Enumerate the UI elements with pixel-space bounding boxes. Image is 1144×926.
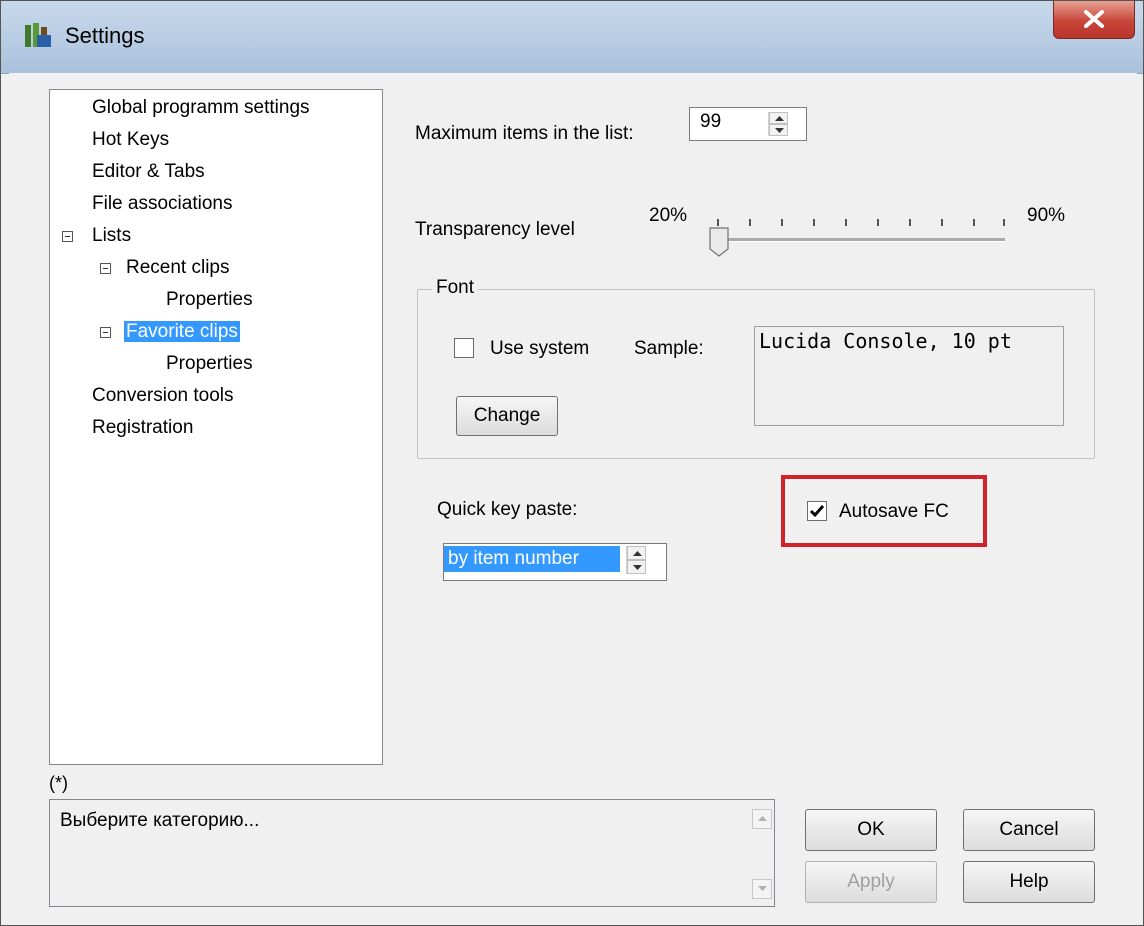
down-arrow-icon (758, 886, 767, 891)
tree-item-label: Editor & Tabs (92, 161, 205, 182)
change-font-button[interactable]: Change (456, 396, 558, 436)
slider-tick (973, 219, 975, 226)
window-title: Settings (65, 23, 145, 48)
transparency-min-label: 20% (649, 205, 688, 226)
max-items-spinner[interactable]: 99 (689, 107, 807, 141)
font-group: Font Use system Sample: Lucida Console, … (417, 277, 1095, 459)
slider-tick (749, 219, 751, 226)
transparency-max-label: 90% (1027, 205, 1066, 226)
tree-item-conversion-tools[interactable]: Conversion tools (92, 384, 234, 410)
tree-item-label: Recent clips (126, 257, 230, 278)
asterisk-note: (*) (49, 773, 68, 793)
apply-label: Apply (847, 871, 895, 892)
quick-key-down-button[interactable] (627, 560, 646, 574)
slider-track (717, 238, 1005, 242)
close-button[interactable] (1053, 1, 1135, 39)
tree-item-lists[interactable]: Lists (92, 224, 131, 250)
dialog-body: Global programm settings Hot Keys Editor… (9, 73, 1137, 919)
tree-item-label: Registration (92, 417, 194, 438)
tree-app-icon (23, 21, 53, 51)
tree-item-recent-clips[interactable]: Recent clips (126, 256, 230, 282)
tree-item-favorite-properties[interactable]: Properties (166, 352, 253, 378)
slider-tick (781, 219, 783, 226)
tree-item-hot-keys[interactable]: Hot Keys (92, 128, 169, 154)
tree-item-favorite-clips[interactable]: Favorite clips (124, 320, 240, 346)
use-system-checkbox[interactable] (454, 338, 474, 358)
font-sample-text: Lucida Console, 10 pt (759, 329, 1012, 353)
spin-up-button[interactable] (769, 112, 788, 124)
title-bar[interactable]: Settings (1, 1, 1143, 74)
quick-key-selected-option[interactable]: by item number (444, 546, 620, 572)
up-arrow-icon (775, 116, 784, 121)
checkmark-icon (809, 505, 825, 518)
down-arrow-icon (775, 128, 784, 133)
up-arrow-icon (758, 816, 767, 821)
transparency-slider[interactable] (709, 207, 1009, 267)
max-items-label: Maximum items in the list: (415, 123, 634, 144)
quick-key-selected-text: by item number (448, 548, 579, 569)
spin-down-button[interactable] (769, 124, 788, 136)
help-label: Help (1009, 871, 1049, 892)
scroll-up-button[interactable] (752, 809, 772, 829)
quick-key-label: Quick key paste: (437, 499, 578, 520)
slider-tick (845, 219, 847, 226)
slider-tick (717, 219, 719, 226)
tree-item-label: Conversion tools (92, 385, 234, 406)
up-arrow-icon (633, 551, 642, 556)
max-items-value: 99 (700, 111, 722, 132)
slider-tick (877, 219, 879, 226)
tree-item-label: File associations (92, 193, 233, 214)
settings-window: Settings Global programm settings Hot Ke… (0, 0, 1144, 926)
tree-item-recent-properties[interactable]: Properties (166, 288, 253, 314)
ok-button[interactable]: OK (805, 809, 937, 851)
description-text: Выберите категорию... (60, 810, 260, 831)
help-button[interactable]: Help (963, 861, 1095, 903)
close-icon (1084, 10, 1104, 28)
font-group-label: Font (432, 277, 479, 299)
collapse-icon[interactable] (100, 327, 111, 338)
tree-item-label: Lists (92, 225, 132, 246)
scroll-down-button[interactable] (752, 879, 772, 899)
slider-tick (941, 219, 943, 226)
quick-key-spin-buttons (626, 546, 647, 574)
font-sample-box: Lucida Console, 10 pt (754, 326, 1064, 426)
quick-key-listbox[interactable]: by item number (443, 543, 667, 581)
tree-item-label: Properties (166, 353, 253, 374)
slider-tick (813, 219, 815, 226)
cancel-button[interactable]: Cancel (963, 809, 1095, 851)
tree-item-global-settings[interactable]: Global programm settings (92, 96, 310, 122)
slider-tick (909, 219, 911, 226)
autosave-label: Autosave FC (839, 501, 949, 522)
slider-thumb[interactable] (709, 227, 729, 257)
use-system-label: Use system (490, 338, 590, 359)
collapse-icon[interactable] (62, 231, 73, 242)
ok-label: OK (857, 819, 885, 840)
description-box: Выберите категорию... (49, 799, 775, 907)
category-tree[interactable]: Global programm settings Hot Keys Editor… (49, 89, 383, 765)
tree-item-label: Global programm settings (92, 97, 310, 118)
description-scrollbar[interactable] (750, 801, 774, 905)
tree-item-label: Hot Keys (92, 129, 170, 150)
tree-item-registration[interactable]: Registration (92, 416, 193, 442)
collapse-icon[interactable] (100, 263, 111, 274)
change-font-label: Change (473, 405, 541, 426)
transparency-label: Transparency level (415, 219, 575, 240)
apply-button[interactable]: Apply (805, 861, 937, 903)
tree-item-label: Properties (166, 289, 253, 310)
tree-item-file-associations[interactable]: File associations (92, 192, 232, 218)
slider-tick (1003, 219, 1005, 226)
autosave-checkbox[interactable] (807, 501, 827, 521)
tree-item-editor-tabs[interactable]: Editor & Tabs (92, 160, 205, 186)
sample-label: Sample: (634, 338, 704, 359)
down-arrow-icon (633, 565, 642, 570)
cancel-label: Cancel (999, 819, 1059, 840)
quick-key-up-button[interactable] (627, 546, 646, 560)
tree-item-label: Favorite clips (124, 321, 240, 342)
spin-buttons (768, 112, 789, 136)
